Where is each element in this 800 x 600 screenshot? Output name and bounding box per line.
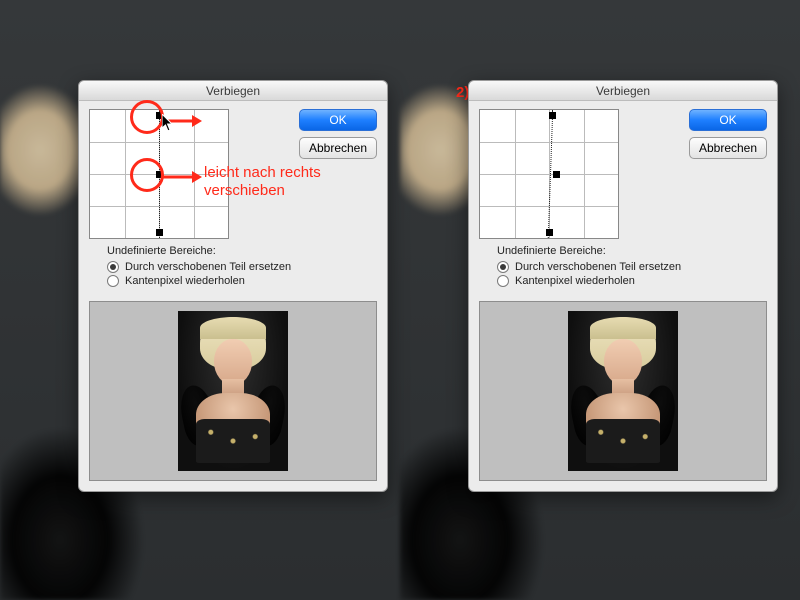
annotation-circle-mid bbox=[130, 158, 164, 192]
undefined-areas-group: Undefinierte Bereiche: Durch verschobene… bbox=[469, 243, 777, 295]
radio-repeat[interactable]: Kantenpixel wiederholen bbox=[107, 275, 375, 287]
cancel-button[interactable]: Abbrechen bbox=[299, 137, 377, 159]
annotation-circle-top bbox=[130, 100, 164, 134]
preview-area bbox=[479, 301, 767, 481]
warp-grid[interactable] bbox=[479, 109, 619, 239]
preview-image bbox=[178, 311, 288, 471]
cursor-icon bbox=[162, 114, 176, 132]
radio-repeat-label: Kantenpixel wiederholen bbox=[515, 275, 635, 287]
preview-area bbox=[89, 301, 377, 481]
dialog-title: Verbiegen bbox=[79, 81, 387, 101]
radio-replace-label: Durch verschobenen Teil ersetzen bbox=[515, 261, 681, 273]
verbiegen-dialog-2: Verbiegen OK Abbrechen Undefinierte Bere… bbox=[468, 80, 778, 492]
radio-repeat[interactable]: Kantenpixel wiederholen bbox=[497, 275, 765, 287]
warp-handle-bottom[interactable] bbox=[156, 229, 163, 236]
undefined-areas-label: Undefinierte Bereiche: bbox=[107, 245, 375, 257]
radio-replace[interactable]: Durch verschobenen Teil ersetzen bbox=[107, 261, 375, 273]
radio-replace[interactable]: Durch verschobenen Teil ersetzen bbox=[497, 261, 765, 273]
cancel-button[interactable]: Abbrechen bbox=[689, 137, 767, 159]
radio-replace-label: Durch verschobenen Teil ersetzen bbox=[125, 261, 291, 273]
radio-icon bbox=[497, 261, 509, 273]
warp-handle-bottom[interactable] bbox=[546, 229, 553, 236]
ok-button[interactable]: OK bbox=[299, 109, 377, 131]
verbiegen-dialog-1: Verbiegen OK Abbrechen Undefinierte Bere… bbox=[78, 80, 388, 492]
radio-repeat-label: Kantenpixel wiederholen bbox=[125, 275, 245, 287]
ok-button[interactable]: OK bbox=[689, 109, 767, 131]
warp-handle-top[interactable] bbox=[549, 112, 556, 119]
undefined-areas-label: Undefinierte Bereiche: bbox=[497, 245, 765, 257]
radio-icon bbox=[107, 275, 119, 287]
undefined-areas-group: Undefinierte Bereiche: Durch verschobene… bbox=[79, 243, 387, 295]
radio-icon bbox=[497, 275, 509, 287]
warp-handle-mid[interactable] bbox=[553, 171, 560, 178]
radio-icon bbox=[107, 261, 119, 273]
preview-image bbox=[568, 311, 678, 471]
dialog-title: Verbiegen bbox=[469, 81, 777, 101]
